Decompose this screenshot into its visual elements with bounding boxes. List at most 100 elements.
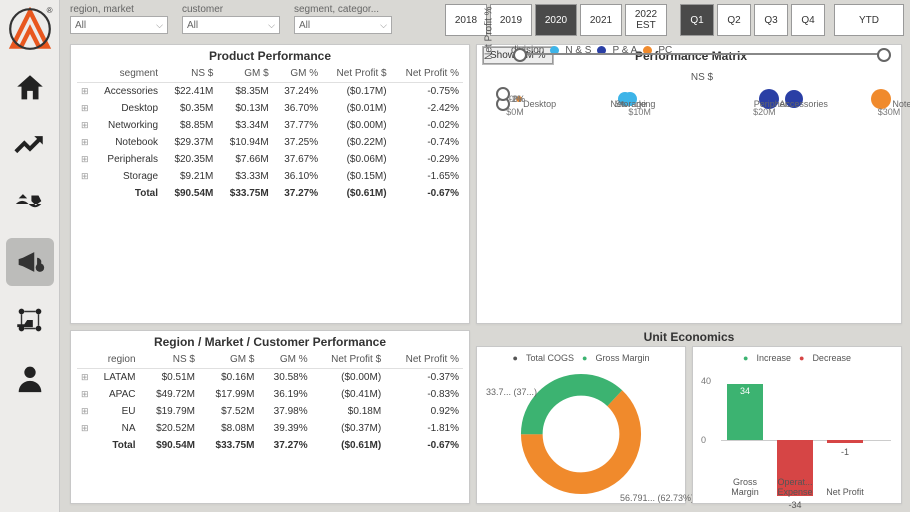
donut-legend: ●Total COGS ●Gross Margin bbox=[513, 353, 650, 363]
year-button-2019[interactable]: 2019 bbox=[490, 4, 532, 36]
table-total-row: Total$90.54M$33.75M37.27%($0.61M)-0.67% bbox=[77, 437, 463, 454]
unit-economics-title: Unit Economics bbox=[476, 330, 902, 344]
expand-icon[interactable]: ⊞ bbox=[77, 100, 89, 117]
filter-customer: customer All⌵ bbox=[182, 4, 280, 34]
table-row[interactable]: ⊞Desktop$0.35M$0.13M36.70%($0.01M)-2.42% bbox=[77, 100, 463, 117]
expand-icon[interactable]: ⊞ bbox=[77, 151, 89, 168]
product-performance-panel: Product Performance segmentNS $GM $GM %N… bbox=[70, 44, 470, 324]
expand-icon[interactable]: ⊞ bbox=[77, 386, 89, 403]
col-header[interactable]: region bbox=[89, 351, 140, 369]
expand-icon[interactable]: ⊞ bbox=[77, 83, 89, 101]
col-header[interactable]: Net Profit % bbox=[385, 351, 463, 369]
waterfall-chart[interactable]: 40 0 34 -34 -1 Gross Margin Operat... Ex… bbox=[699, 365, 895, 499]
waterfall-ytick: 0 bbox=[701, 435, 706, 445]
nav-growth[interactable] bbox=[6, 122, 54, 170]
donut-chart-panel: ●Total COGS ●Gross Margin 33.7... (37...… bbox=[476, 346, 686, 504]
col-header[interactable]: GM $ bbox=[199, 351, 258, 369]
nav-supply[interactable] bbox=[6, 296, 54, 344]
filter-customer-label: customer bbox=[182, 4, 280, 15]
x-tick: $30M bbox=[878, 107, 901, 117]
region-perf-title: Region / Market / Customer Performance bbox=[77, 335, 463, 349]
filter-customer-select[interactable]: All⌵ bbox=[182, 16, 280, 34]
col-header[interactable]: Net Profit $ bbox=[312, 351, 386, 369]
registered-mark: ® bbox=[47, 6, 53, 15]
table-row[interactable]: ⊞Accessories$22.41M$8.35M37.24%($0.17M)-… bbox=[77, 83, 463, 101]
quarter-button-Q4[interactable]: Q4 bbox=[791, 4, 825, 36]
x-tick: $0M bbox=[506, 107, 524, 117]
expand-icon[interactable]: ⊞ bbox=[77, 403, 89, 420]
donut-gm-label: 33.7... (37...) bbox=[486, 387, 537, 397]
col-header[interactable]: GM % bbox=[273, 65, 322, 83]
waterfall-x-label: Net Profit bbox=[823, 487, 867, 497]
waterfall-x-label: Gross Margin bbox=[723, 477, 767, 497]
expand-icon[interactable]: ⊞ bbox=[77, 117, 89, 134]
waterfall-np-value: -1 bbox=[827, 447, 863, 457]
col-header[interactable]: Net Profit % bbox=[391, 65, 463, 83]
expand-icon[interactable]: ⊞ bbox=[77, 369, 89, 387]
expand-icon[interactable]: ⊞ bbox=[77, 420, 89, 437]
x-tick: $20M bbox=[753, 107, 776, 117]
filter-region: region, market All⌵ bbox=[70, 4, 168, 34]
year-button-2022EST[interactable]: 2022EST bbox=[625, 4, 667, 36]
scatter-label: Desktop bbox=[523, 99, 556, 109]
logo: ® bbox=[5, 4, 55, 54]
waterfall-legend: ●Increase ●Decrease bbox=[743, 353, 851, 363]
expand-icon[interactable]: ⊞ bbox=[77, 134, 89, 151]
col-header[interactable]: GM % bbox=[258, 351, 311, 369]
table-total-row: Total$90.54M$33.75M37.27%($0.61M)-0.67% bbox=[77, 185, 463, 202]
quarter-button-Q1[interactable]: Q1 bbox=[680, 4, 714, 36]
col-header[interactable]: GM $ bbox=[217, 65, 272, 83]
col-header[interactable]: Net Profit $ bbox=[322, 65, 390, 83]
col-header[interactable]: segment bbox=[89, 65, 162, 83]
chevron-down-icon: ⌵ bbox=[380, 20, 387, 31]
quarter-button-Q2[interactable]: Q2 bbox=[717, 4, 751, 36]
expand-icon[interactable]: ⊞ bbox=[77, 168, 89, 185]
filter-region-select[interactable]: All⌵ bbox=[70, 16, 168, 34]
year-button-2020[interactable]: 2020 bbox=[535, 4, 577, 36]
col-header[interactable]: NS $ bbox=[140, 351, 199, 369]
table-row[interactable]: ⊞LATAM$0.51M$0.16M30.58%($0.00M)-0.37% bbox=[77, 369, 463, 387]
waterfall-ytick: 40 bbox=[701, 376, 711, 386]
quarter-button-Q3[interactable]: Q3 bbox=[754, 4, 788, 36]
waterfall-gm-value: 34 bbox=[727, 386, 763, 396]
nav-deals[interactable] bbox=[6, 180, 54, 228]
year-button-2018[interactable]: 2018 bbox=[445, 4, 487, 36]
waterfall-x-label: Operat... Expense bbox=[773, 477, 817, 497]
y-axis-label: Net Profit % bbox=[484, 6, 495, 59]
filter-segment-label: segment, categor... bbox=[294, 4, 392, 15]
ytd-button[interactable]: YTD bbox=[834, 4, 904, 36]
region-performance-panel: Region / Market / Customer Performance r… bbox=[70, 330, 470, 504]
table-row[interactable]: ⊞Peripherals$20.35M$7.66M37.67%($0.06M)-… bbox=[77, 151, 463, 168]
performance-matrix-panel: Show GM % Performance Matrix division N … bbox=[476, 44, 902, 324]
chevron-down-icon: ⌵ bbox=[156, 20, 163, 31]
region-perf-table[interactable]: regionNS $GM $GM %Net Profit $Net Profit… bbox=[77, 351, 463, 454]
filter-region-label: region, market bbox=[70, 4, 168, 15]
table-row[interactable]: ⊞Networking$8.85M$3.34M37.77%($0.00M)-0.… bbox=[77, 117, 463, 134]
table-row[interactable]: ⊞Storage$9.21M$3.33M36.10%($0.15M)-1.65% bbox=[77, 168, 463, 185]
nav-home[interactable] bbox=[6, 64, 54, 112]
donut-cogs-label: 56.791... (62.73%) bbox=[620, 493, 694, 503]
x-axis-label: NS $ bbox=[691, 72, 713, 83]
donut-chart[interactable]: 33.7... (37...) 56.791... (62.73%) bbox=[516, 369, 646, 499]
waterfall-chart-panel: ●Increase ●Decrease 40 0 34 -34 -1 Gross… bbox=[692, 346, 902, 504]
nav-user[interactable] bbox=[6, 354, 54, 402]
product-perf-table[interactable]: segmentNS $GM $GM %Net Profit $Net Profi… bbox=[77, 65, 463, 202]
y-tick: -2% bbox=[509, 94, 525, 104]
year-quarter-picker: 20182019202020212022EST Q1Q2Q3Q4 YTD bbox=[445, 4, 904, 36]
nav-marketing[interactable] bbox=[6, 238, 54, 286]
scatter-label: Accessories bbox=[779, 99, 828, 109]
table-row[interactable]: ⊞APAC$49.72M$17.99M36.19%($0.41M)-0.83% bbox=[77, 386, 463, 403]
scatter-point-Notebook[interactable] bbox=[871, 89, 891, 109]
x-tick: $10M bbox=[628, 107, 651, 117]
waterfall-oe-value: -34 bbox=[777, 500, 813, 510]
table-row[interactable]: ⊞NA$20.52M$8.08M39.39%($0.37M)-1.81% bbox=[77, 420, 463, 437]
col-header[interactable]: NS $ bbox=[162, 65, 217, 83]
chevron-down-icon: ⌵ bbox=[268, 20, 275, 31]
filter-segment-select[interactable]: All⌵ bbox=[294, 16, 392, 34]
table-row[interactable]: ⊞EU$19.79M$7.52M37.98%$0.18M0.92% bbox=[77, 403, 463, 420]
product-perf-title: Product Performance bbox=[77, 49, 463, 63]
x-range-slider[interactable] bbox=[515, 53, 889, 55]
table-row[interactable]: ⊞Notebook$29.37M$10.94M37.25%($0.22M)-0.… bbox=[77, 134, 463, 151]
filter-segment: segment, categor... All⌵ bbox=[294, 4, 392, 34]
year-button-2021[interactable]: 2021 bbox=[580, 4, 622, 36]
